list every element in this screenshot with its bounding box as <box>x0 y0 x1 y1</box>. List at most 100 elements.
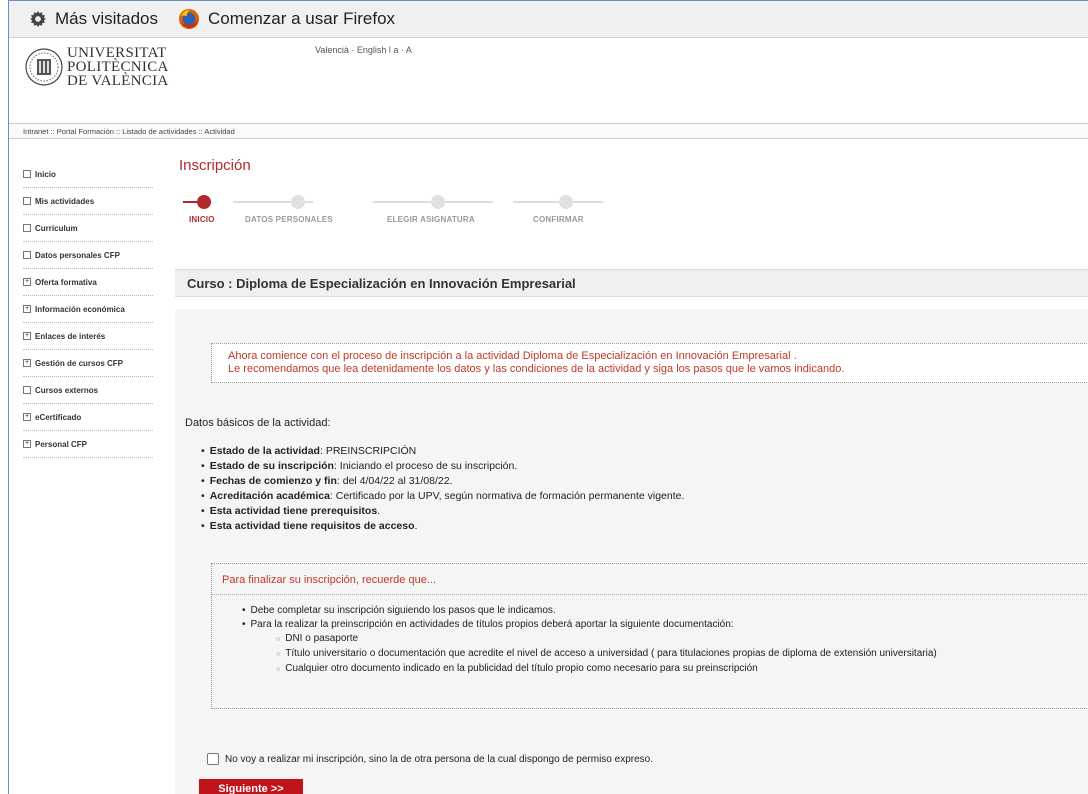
sidebar-item-inicio[interactable]: Inicio <box>23 161 153 188</box>
language-switcher[interactable]: Valencià · English l a · A <box>315 45 412 55</box>
list-item: Cualquier otro documento indicado en la … <box>276 662 937 677</box>
bookmark-get-started-firefox[interactable]: Comenzar a usar Firefox <box>178 8 395 30</box>
sidebar-item-label: eCertificado <box>35 412 82 422</box>
sidebar-item-expand-icon: + <box>23 332 31 340</box>
sidebar-item-mis-actividades[interactable]: Mis actividades <box>23 188 153 215</box>
bookmark-most-visited[interactable]: Más visitados <box>29 9 158 29</box>
sidebar-item-label: Enlaces de interés <box>35 331 106 341</box>
bookmark-label: Comenzar a usar Firefox <box>207 9 396 28</box>
sidebar-item-marker <box>23 170 31 178</box>
step-label-confirmar: CONFIRMAR <box>533 215 584 224</box>
browser-frame: Más visitados Comenzar a usar Firefox UN… <box>8 0 1088 794</box>
consent-checkbox-row[interactable]: No voy a realizar mi inscripción, sino l… <box>207 753 653 765</box>
step-label-inicio: INICIO <box>189 215 215 224</box>
list-item: Título universitario o documentación que… <box>276 647 936 662</box>
sidebar-item-personal-cfp[interactable]: + Personal CFP <box>23 431 153 458</box>
sidebar-item-informacion-economica[interactable]: + Información económica <box>23 296 153 323</box>
intro-notice: Ahora comience con el proceso de inscrip… <box>211 343 1088 383</box>
firefox-icon <box>178 8 200 30</box>
course-title-bar: Curso : Diploma de Especialización en In… <box>175 269 1088 297</box>
step-connector <box>513 201 603 203</box>
sidebar-item-expand-icon: + <box>23 359 31 367</box>
page-title: Inscripción <box>179 157 251 174</box>
step-dot-datos-personales <box>291 195 305 209</box>
sidebar-item-label: Información económica <box>35 304 125 314</box>
documentation-list: DNI o pasaporte Título universitario o d… <box>242 632 937 677</box>
finalize-heading: Para finalizar su inscripción, recuerde … <box>222 574 436 586</box>
bookmark-label: Más visitados <box>55 9 158 28</box>
list-item: Para la realizar la preinscripción en ac… <box>242 618 937 677</box>
list-item: Esta actividad tiene prerequisitos. <box>201 504 684 519</box>
sidebar-item-expand-icon: + <box>23 305 31 313</box>
site-header: UNIVERSITAT POLITÈCNICA DE VALÈNCIA Vale… <box>9 38 1088 108</box>
sidebar-item-label: Cursos externos <box>35 385 99 395</box>
upv-logo[interactable]: UNIVERSITAT POLITÈCNICA DE VALÈNCIA <box>25 45 169 89</box>
logo-line: UNIVERSITAT <box>67 45 167 61</box>
item-key: Estado de la actividad <box>209 445 320 457</box>
item-key: Estado de su inscripción <box>209 460 334 472</box>
notice-line: Ahora comience con el proceso de inscrip… <box>228 350 797 362</box>
sidebar-item-label: Gestión de cursos CFP <box>35 358 124 368</box>
consent-checkbox[interactable] <box>207 753 219 765</box>
step-dot-elegir-asignatura <box>431 195 445 209</box>
item-value: . <box>414 520 418 532</box>
finalize-reminder-box: Para finalizar su inscripción, recuerde … <box>211 563 1088 709</box>
upv-seal-icon <box>25 48 63 86</box>
list-item: Debe completar su inscripción siguiendo … <box>242 604 937 618</box>
sidebar-item-label: Mis actividades <box>35 196 95 206</box>
item-key: Esta actividad tiene requisitos de acces… <box>209 520 415 532</box>
sidebar-item-label: Datos personales CFP <box>35 250 120 260</box>
item-value: : Certificado por la UPV, según normativ… <box>329 490 685 502</box>
item-key: Acreditación académica <box>209 490 330 502</box>
sidebar: Inicio Mis actividades Currículum Datos … <box>9 161 159 458</box>
item-value: : PREINSCRIPCIÓN <box>319 445 417 457</box>
sidebar-item-oferta-formativa[interactable]: + Oferta formativa <box>23 269 153 296</box>
step-label-elegir-asignatura: ELEGIR ASIGNATURA <box>387 215 475 224</box>
sidebar-item-cursos-externos[interactable]: Cursos externos <box>23 377 153 404</box>
notice-line: Le recomendamos que lea detenidamente lo… <box>228 363 845 375</box>
sidebar-item-ecertificado[interactable]: + eCertificado <box>23 404 153 431</box>
list-item-text: Para la realizar la preinscripción en ac… <box>250 619 734 630</box>
list-item: Fechas de comienzo y fin: del 4/04/22 al… <box>201 474 684 489</box>
gear-icon <box>29 10 47 28</box>
sidebar-item-marker <box>23 224 31 232</box>
list-item: Acreditación académica: Certificado por … <box>201 489 685 504</box>
sidebar-item-enlaces-interes[interactable]: + Enlaces de interés <box>23 323 153 350</box>
sidebar-item-marker <box>23 386 31 394</box>
step-dot-confirmar <box>559 195 573 209</box>
item-value: : del 4/04/22 al 31/08/22. <box>336 475 453 487</box>
sidebar-item-label: Oferta formativa <box>35 277 97 287</box>
logo-text: UNIVERSITAT POLITÈCNICA DE VALÈNCIA <box>67 45 169 89</box>
basic-data-heading: Datos básicos de la actividad: <box>185 417 331 429</box>
sidebar-item-marker <box>23 197 31 205</box>
sidebar-item-gestion-cursos[interactable]: + Gestión de cursos CFP <box>23 350 153 377</box>
progress-steps: INICIO DATOS PERSONALES ELEGIR ASIGNATUR… <box>175 193 635 233</box>
sidebar-item-curriculum[interactable]: Currículum <box>23 215 153 242</box>
item-value: : Iniciando el proceso de su inscripción… <box>333 460 518 472</box>
bookmarks-bar: Más visitados Comenzar a usar Firefox <box>9 1 1088 38</box>
sidebar-item-expand-icon: + <box>23 413 31 421</box>
consent-label: No voy a realizar mi inscripción, sino l… <box>225 753 654 765</box>
list-item: DNI o pasaporte <box>276 632 937 647</box>
item-key: Esta actividad tiene prerequisitos <box>209 505 378 517</box>
divider <box>212 594 1088 595</box>
sidebar-item-label: Currículum <box>35 223 78 233</box>
step-dot-inicio <box>197 195 211 209</box>
list-item: Estado de la actividad: PREINSCRIPCIÓN <box>201 444 684 459</box>
sidebar-item-label: Personal CFP <box>35 439 88 449</box>
sidebar-item-label: Inicio <box>35 169 56 179</box>
item-value: . <box>377 505 381 517</box>
logo-line: DE VALÈNCIA <box>67 73 169 89</box>
list-item: Esta actividad tiene requisitos de acces… <box>201 519 684 534</box>
sidebar-item-datos-personales[interactable]: Datos personales CFP <box>23 242 153 269</box>
basic-data-list: Estado de la actividad: PREINSCRIPCIÓN E… <box>201 444 685 534</box>
logo-line: POLITÈCNICA <box>67 59 169 75</box>
step-label-datos-personales: DATOS PERSONALES <box>245 215 333 224</box>
finalize-list: Debe completar su inscripción siguiendo … <box>242 604 937 677</box>
next-button[interactable]: Siguiente >> <box>199 779 303 794</box>
sidebar-item-marker <box>23 251 31 259</box>
sidebar-item-expand-icon: + <box>23 440 31 448</box>
breadcrumb[interactable]: Intranet :: Portal Formación :: Listado … <box>9 123 1088 139</box>
sidebar-item-expand-icon: + <box>23 278 31 286</box>
content-panel: Ahora comience con el proceso de inscrip… <box>175 309 1088 794</box>
